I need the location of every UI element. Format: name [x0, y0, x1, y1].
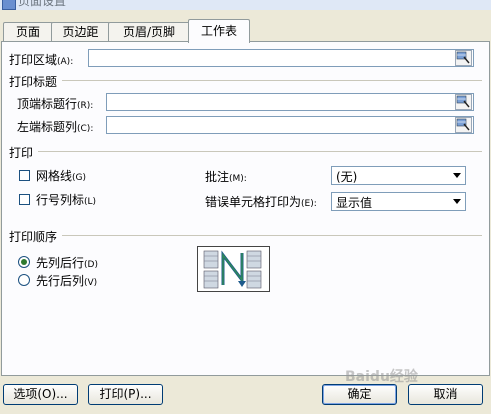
gridlines-checkbox[interactable]: [19, 170, 30, 181]
range-select-icon: [456, 95, 470, 108]
radio-selected-dot: [21, 259, 27, 265]
chevron-down-icon: [453, 173, 461, 178]
down-then-over-label: 先列后行(D): [36, 256, 98, 270]
options-button[interactable]: 选项(O)...: [3, 384, 78, 405]
left-cols-input[interactable]: [106, 116, 474, 134]
print-button[interactable]: 打印(P)...: [88, 384, 163, 405]
range-select-icon: [456, 118, 470, 131]
top-rows-input[interactable]: [106, 93, 474, 111]
top-rows-select-button[interactable]: [455, 94, 472, 110]
errors-value: 显示值: [336, 196, 373, 210]
print-area-label: 打印区域(A):: [9, 53, 74, 67]
over-then-down-radio[interactable]: [18, 274, 30, 286]
ok-button[interactable]: 确定: [322, 384, 397, 405]
cancel-button[interactable]: 取消: [408, 384, 483, 405]
top-rows-label: 顶端标题行(R):: [17, 97, 94, 111]
print-titles-heading: 打印标题: [9, 75, 58, 89]
comments-select[interactable]: (无): [331, 166, 466, 185]
row-col-headers-checkbox[interactable]: [19, 194, 30, 205]
range-select-icon: [456, 51, 470, 64]
comments-label: 批注(M):: [205, 170, 247, 184]
baidu-watermark: Baidu经验: [345, 369, 418, 385]
title-bar: 页面设置: [0, 0, 491, 10]
print-area-input[interactable]: [88, 49, 474, 67]
tab-sheet[interactable]: 工作表: [188, 19, 250, 43]
over-then-down-label: 先行后列(V): [36, 274, 98, 288]
page-order-divider: [62, 235, 482, 236]
tab-margins[interactable]: 页边距: [51, 22, 110, 42]
print-titles-divider: [62, 80, 482, 81]
page-order-preview-icon: [197, 246, 270, 292]
print-divider: [38, 151, 482, 152]
gridlines-label: 网格线(G): [36, 169, 87, 183]
tab-header-footer[interactable]: 页眉/页脚: [108, 22, 190, 42]
row-col-headers-label: 行号列标(L): [36, 193, 97, 207]
comments-value: (无): [336, 170, 358, 184]
errors-label: 错误单元格打印为(E):: [205, 195, 317, 209]
left-cols-label: 左端标题列(C):: [17, 120, 94, 134]
left-cols-select-button[interactable]: [455, 117, 472, 133]
print-area-select-button[interactable]: [455, 50, 472, 66]
chevron-down-icon: [453, 199, 461, 204]
page-order-heading: 打印顺序: [9, 230, 58, 244]
print-heading: 打印: [9, 146, 34, 160]
tab-page[interactable]: 页面: [3, 22, 53, 42]
window-title: 页面设置: [18, 0, 67, 8]
down-then-over-radio[interactable]: [18, 256, 30, 268]
app-icon: [2, 0, 16, 10]
errors-select[interactable]: 显示值: [331, 192, 466, 211]
